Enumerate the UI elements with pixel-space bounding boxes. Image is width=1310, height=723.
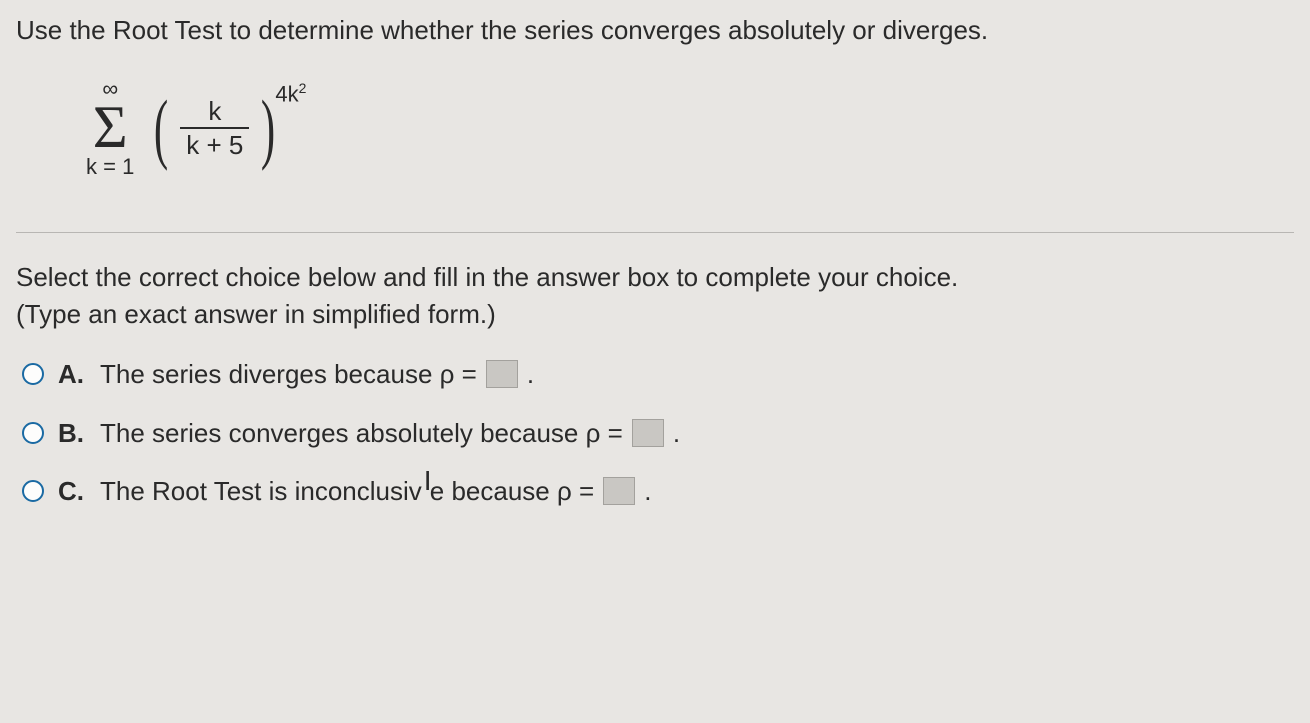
summation-symbol: ∞ Σ k = 1 — [86, 78, 134, 178]
question-prompt: Use the Root Test to determine whether t… — [16, 12, 1294, 48]
choice-b-label: B. — [58, 415, 86, 451]
radio-a[interactable] — [22, 363, 44, 385]
series-formula: ∞ Σ k = 1 ( k k + 5 ) 4k2 — [16, 68, 1294, 208]
instruction-line-2: (Type an exact answer in simplified form… — [16, 296, 1294, 332]
choice-a-label: A. — [58, 356, 86, 392]
choice-b-period: . — [673, 415, 680, 451]
left-paren-icon: ( — [154, 101, 168, 156]
exponent: 4k2 — [275, 79, 306, 110]
choice-c-text-2: e because ρ = — [430, 473, 594, 509]
choice-c-label: C. — [58, 473, 86, 509]
fraction-denominator: k + 5 — [180, 129, 249, 160]
choice-a[interactable]: A. The series diverges because ρ = . — [22, 356, 1294, 392]
choice-b-text: The series converges absolutely because … — [100, 415, 623, 451]
choice-c-answer-input[interactable] — [603, 477, 635, 505]
right-paren-icon: ) — [261, 101, 275, 156]
fraction-numerator: k — [202, 97, 227, 128]
choice-a-text: The series diverges because ρ = — [100, 356, 477, 392]
sigma-icon: Σ — [93, 100, 128, 154]
radio-c[interactable] — [22, 480, 44, 502]
sigma-lower-limit: k = 1 — [86, 156, 134, 178]
choice-c-text-1: The Root Test is inconclusiv — [100, 473, 422, 509]
choice-c-period: . — [644, 473, 651, 509]
choice-b-answer-input[interactable] — [632, 419, 664, 447]
choice-b[interactable]: B. The series converges absolutely becau… — [22, 415, 1294, 451]
series-term: ( k k + 5 ) 4k2 — [148, 97, 306, 160]
exponent-power: 2 — [299, 80, 307, 96]
radio-b[interactable] — [22, 422, 44, 444]
fraction: k k + 5 — [174, 97, 255, 160]
choice-a-period: . — [527, 356, 534, 392]
section-divider — [16, 232, 1294, 233]
exponent-base: 4k — [275, 81, 298, 106]
choice-a-answer-input[interactable] — [486, 360, 518, 388]
choice-c[interactable]: C. The Root Test is inconclusivIe becaus… — [22, 473, 1294, 509]
instructions: Select the correct choice below and fill… — [16, 259, 1294, 332]
answer-choices: A. The series diverges because ρ = . B. … — [16, 356, 1294, 509]
instruction-line-1: Select the correct choice below and fill… — [16, 259, 1294, 295]
